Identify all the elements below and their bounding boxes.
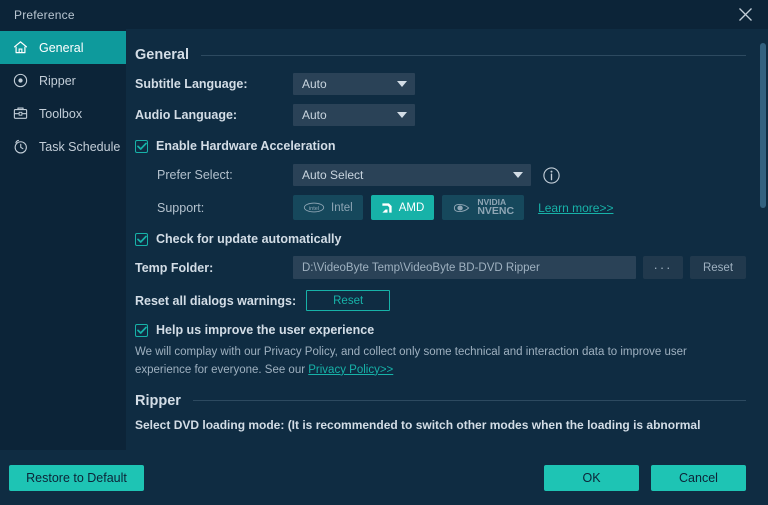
- ripper-section-title: Ripper: [135, 392, 181, 409]
- window-body: General Ripper Toolbox Task Schedule Gen…: [0, 29, 768, 450]
- ok-label: OK: [582, 470, 601, 485]
- amd-badge[interactable]: AMD: [370, 195, 435, 220]
- sidebar-item-label: General: [39, 40, 84, 55]
- dvd-loading-mode-note: Select DVD loading mode: (It is recommen…: [135, 417, 701, 432]
- sidebar-item-task-schedule[interactable]: Task Schedule: [0, 130, 126, 163]
- subtitle-language-value: Auto: [302, 77, 327, 91]
- intel-logo-icon: intel: [303, 202, 325, 213]
- dialog-footer: Restore to Default OK Cancel: [0, 450, 768, 505]
- temp-folder-reset-label: Reset: [702, 261, 734, 274]
- settings-panel: General Subtitle Language: Auto Audio La…: [126, 29, 768, 450]
- subtitle-language-row: Subtitle Language: Auto: [135, 73, 746, 95]
- restore-to-default-button[interactable]: Restore to Default: [9, 464, 144, 491]
- audio-language-label: Audio Language:: [135, 108, 238, 122]
- support-row: Support: intel Intel AMD NVIDIA NVENC Le…: [157, 195, 746, 220]
- intel-badge[interactable]: intel Intel: [293, 195, 363, 220]
- scrollbar-thumb[interactable]: [760, 43, 766, 208]
- ripper-section-header: Ripper: [135, 393, 746, 409]
- subtitle-language-label: Subtitle Language:: [135, 77, 248, 91]
- clock-icon: [11, 137, 30, 156]
- check-icon: [136, 235, 147, 243]
- auto-update-row: Check for update automatically: [135, 232, 746, 246]
- close-icon: [738, 7, 753, 22]
- scrollbar-track[interactable]: [758, 29, 767, 450]
- chevron-down-icon: [397, 112, 407, 118]
- nvenc-label: NVENC: [477, 205, 515, 218]
- prefer-select-label: Prefer Select:: [157, 168, 233, 182]
- amd-logo-icon: [381, 202, 393, 214]
- temp-folder-reset-button[interactable]: Reset: [690, 256, 746, 279]
- home-icon: [11, 38, 30, 57]
- temp-folder-label: Temp Folder:: [135, 260, 214, 275]
- amd-badge-label: AMD: [398, 201, 425, 214]
- check-icon: [136, 326, 147, 334]
- reset-dialogs-label: Reset all dialogs warnings:: [135, 293, 297, 308]
- general-section-header: General: [135, 47, 746, 63]
- sidebar-item-label: Task Schedule: [39, 139, 121, 154]
- sidebar-item-label: Ripper: [39, 73, 76, 88]
- prefer-select-dropdown[interactable]: Auto Select: [293, 164, 531, 186]
- reset-dialogs-row: Reset all dialogs warnings: Reset: [135, 290, 746, 311]
- restore-to-default-label: Restore to Default: [26, 470, 127, 485]
- temp-folder-row: Temp Folder: D:\VideoByte Temp\VideoByte…: [135, 256, 746, 279]
- disc-icon: [11, 71, 30, 90]
- info-icon[interactable]: [542, 166, 561, 185]
- section-title: General: [135, 47, 189, 63]
- nvidia-badge-label: NVIDIA NVENC: [477, 197, 515, 218]
- prefer-select-row: Prefer Select: Auto Select: [157, 164, 746, 186]
- improve-experience-row: Help us improve the user experience: [135, 323, 746, 337]
- footer-left-spacer: Restore to Default: [9, 464, 144, 491]
- footer-actions: OK Cancel: [544, 464, 746, 491]
- sidebar-item-general[interactable]: General: [0, 31, 126, 64]
- chevron-down-icon: [397, 81, 407, 87]
- nvidia-nvenc-badge[interactable]: NVIDIA NVENC: [442, 195, 525, 220]
- preference-window: Preference General Ripper Toolbox Task S…: [0, 0, 768, 505]
- nvidia-logo-icon: [452, 202, 471, 214]
- close-button[interactable]: [722, 0, 768, 29]
- temp-folder-browse-button[interactable]: ···: [643, 256, 683, 279]
- svg-text:intel: intel: [309, 206, 319, 212]
- temp-folder-value: D:\VideoByte Temp\VideoByte BD-DVD Rippe…: [302, 261, 540, 274]
- subtitle-language-select[interactable]: Auto: [293, 73, 415, 95]
- auto-update-checkbox[interactable]: [135, 232, 148, 246]
- reset-dialogs-button-label: Reset: [333, 294, 364, 307]
- section-divider: [201, 54, 746, 56]
- sidebar-item-label: Toolbox: [39, 106, 83, 121]
- reset-dialogs-button[interactable]: Reset: [306, 290, 391, 311]
- sidebar: General Ripper Toolbox Task Schedule: [0, 29, 126, 450]
- title-bar: Preference: [0, 0, 768, 29]
- temp-folder-input[interactable]: D:\VideoByte Temp\VideoByte BD-DVD Rippe…: [293, 256, 636, 279]
- intel-badge-label: Intel: [331, 201, 353, 214]
- window-title: Preference: [14, 7, 75, 22]
- learn-more-link[interactable]: Learn more>>: [538, 201, 613, 215]
- check-icon: [136, 142, 147, 150]
- chevron-down-icon: [513, 172, 523, 178]
- audio-language-row: Audio Language: Auto: [135, 104, 746, 126]
- audio-language-select[interactable]: Auto: [293, 104, 415, 126]
- sidebar-item-ripper[interactable]: Ripper: [0, 64, 126, 97]
- hardware-acceleration-label: Enable Hardware Acceleration: [156, 139, 336, 153]
- auto-update-label: Check for update automatically: [156, 232, 342, 246]
- improve-experience-checkbox[interactable]: [135, 323, 148, 337]
- improve-experience-label: Help us improve the user experience: [156, 323, 375, 337]
- privacy-policy-link[interactable]: Privacy Policy>>: [308, 364, 393, 376]
- audio-language-value: Auto: [302, 108, 327, 122]
- toolbox-icon: [11, 104, 30, 123]
- hardware-acceleration-checkbox[interactable]: [135, 139, 148, 153]
- section-divider: [192, 400, 746, 402]
- sidebar-item-toolbox[interactable]: Toolbox: [0, 97, 126, 130]
- ellipsis-icon: ···: [653, 260, 673, 275]
- ok-button[interactable]: OK: [544, 464, 639, 491]
- hardware-acceleration-row: Enable Hardware Acceleration: [135, 139, 746, 153]
- support-label: Support:: [157, 200, 205, 215]
- privacy-paragraph: We will complay with our Privacy Policy,…: [135, 344, 709, 380]
- cancel-label: Cancel: [679, 470, 718, 485]
- prefer-select-value: Auto Select: [302, 168, 364, 182]
- privacy-text: We will complay with our Privacy Policy,…: [135, 346, 687, 376]
- cancel-button[interactable]: Cancel: [651, 464, 746, 491]
